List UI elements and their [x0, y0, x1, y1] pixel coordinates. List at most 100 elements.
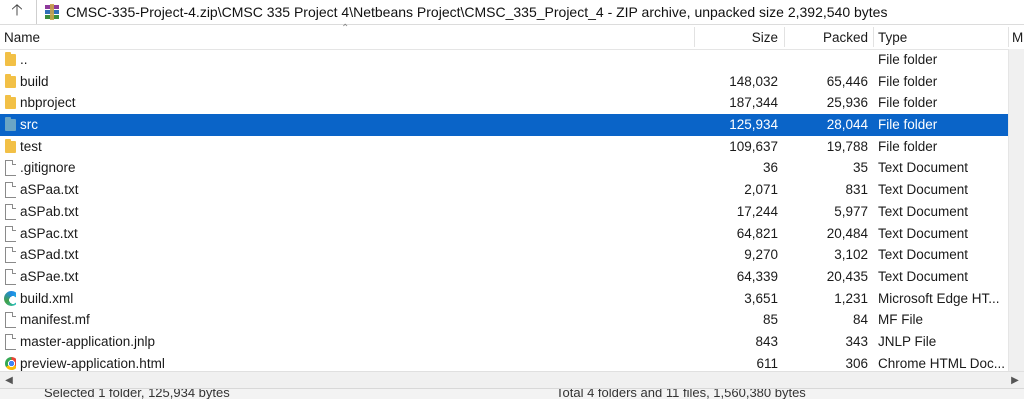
file-name: src	[20, 117, 38, 133]
document-icon	[2, 157, 16, 179]
file-type: Text Document	[878, 225, 969, 241]
column-packed[interactable]: Packed	[786, 25, 868, 49]
document-icon	[2, 201, 16, 223]
status-bar: Selected 1 folder, 125,934 bytes Total 4…	[0, 388, 1024, 399]
file-name: aSPad.txt	[20, 247, 79, 263]
file-packed-size: 831	[845, 182, 868, 198]
file-type: Microsoft Edge HT...	[878, 290, 1000, 306]
document-icon	[2, 179, 16, 201]
table-row[interactable]: aSPac.txt64,82120,484Text Document4/	[0, 223, 1023, 245]
file-name: aSPab.txt	[20, 203, 79, 219]
horizontal-scrollbar[interactable]: ◀ ▶	[0, 371, 1024, 389]
file-size: 843	[755, 333, 778, 349]
file-type: File folder	[878, 117, 938, 133]
file-size: 9,270	[744, 247, 778, 263]
table-row[interactable]: manifest.mf8584MF File4/	[0, 309, 1023, 331]
file-name: aSPac.txt	[20, 225, 78, 241]
column-type[interactable]: Type	[878, 25, 1006, 49]
file-size: 64,821	[736, 225, 778, 241]
arrow-up-icon: 🡡	[11, 1, 23, 19]
file-list: .. File folder build 148,032 65,446 File fold…	[0, 49, 1024, 374]
file-size: 64,339	[736, 268, 778, 284]
zip-archive-icon	[45, 4, 59, 20]
file-packed-size: 65,446	[826, 73, 868, 89]
table-row[interactable]: aSPad.txt9,2703,102Text Document4/	[0, 244, 1023, 266]
file-packed-size: 28,044	[826, 117, 868, 133]
column-divider[interactable]	[784, 27, 785, 47]
table-row[interactable]: build148,03265,446File folder12	[0, 71, 1024, 93]
scroll-left-icon[interactable]: ◀	[2, 373, 16, 388]
archive-path[interactable]: CMSC-335-Project-4.zip\CMSC 335 Project …	[66, 4, 887, 20]
document-icon	[2, 266, 16, 288]
document-icon	[2, 309, 16, 331]
file-size: 3,651	[744, 290, 778, 306]
table-row[interactable]: build.xml3,6511,231Microsoft Edge HT...4…	[0, 288, 1023, 310]
status-total: Total 4 folders and 11 files, 1,560,380 …	[556, 388, 806, 399]
file-type: File folder	[878, 73, 938, 89]
column-divider[interactable]	[1008, 27, 1009, 47]
file-type: Text Document	[878, 247, 969, 263]
file-name: build	[20, 73, 49, 89]
file-size	[700, 49, 778, 71]
column-header: Name ⌃ Size Packed Type M	[0, 23, 1024, 50]
folder-icon	[2, 114, 16, 136]
status-selection: Selected 1 folder, 125,934 bytes	[44, 388, 230, 399]
file-type: File folder	[878, 52, 938, 67]
document-icon	[2, 331, 16, 353]
file-type: File folder	[878, 95, 938, 111]
column-divider[interactable]	[694, 27, 695, 47]
file-packed-size: 343	[845, 333, 868, 349]
table-row[interactable]: aSPae.txt64,33920,435Text Document4/	[0, 266, 1023, 288]
file-packed-size: 84	[852, 312, 868, 328]
scroll-right-icon[interactable]: ▶	[1008, 373, 1022, 388]
column-modified[interactable]: M	[1012, 25, 1024, 49]
document-icon	[2, 244, 16, 266]
table-row[interactable]: test109,63719,788File folder12	[0, 136, 1024, 158]
file-packed-size: 20,484	[826, 225, 868, 241]
edge-icon	[2, 288, 16, 310]
folder-icon	[2, 136, 16, 158]
file-size: 36	[762, 160, 778, 176]
file-packed-size: 20,435	[826, 268, 868, 284]
vertical-scrollbar[interactable]	[1008, 49, 1024, 371]
file-name: aSPae.txt	[20, 268, 79, 284]
path-bar: 🡡 CMSC-335-Project-4.zip\CMSC 335 Projec…	[0, 0, 1024, 25]
folder-icon	[2, 92, 16, 114]
file-size: 148,032	[729, 73, 778, 89]
column-divider[interactable]	[873, 27, 874, 47]
file-packed-size: 35	[852, 160, 868, 176]
table-row[interactable]: .. File folder	[0, 49, 1008, 71]
file-packed-size: 5,977	[834, 203, 868, 219]
file-name: nbproject	[20, 95, 76, 111]
file-name: build.xml	[20, 290, 74, 306]
file-name: ..	[20, 52, 28, 67]
file-type: MF File	[878, 312, 923, 328]
file-type: Text Document	[878, 268, 969, 284]
file-size: 109,637	[729, 138, 778, 154]
up-folder-button[interactable]: 🡡	[6, 2, 28, 22]
file-name: test	[20, 138, 42, 154]
table-row[interactable]: nbproject187,34425,936File folder12	[0, 92, 1024, 114]
file-packed-size: 1,231	[834, 290, 868, 306]
file-size: 187,344	[729, 95, 778, 111]
folder-up-icon	[2, 49, 16, 71]
file-packed-size: 3,102	[834, 247, 868, 263]
table-row[interactable]: aSPab.txt17,2445,977Text Document4/	[0, 201, 1023, 223]
divider	[36, 0, 37, 24]
table-row[interactable]: .gitignore3635Text Document4/	[0, 157, 1023, 179]
table-row[interactable]: src125,93428,044File folder12	[0, 114, 1024, 136]
file-size: 2,071	[744, 182, 778, 198]
file-size: 85	[762, 312, 778, 328]
file-type: Text Document	[878, 182, 969, 198]
column-size[interactable]: Size	[700, 25, 778, 49]
file-type: File folder	[878, 138, 938, 154]
file-name: manifest.mf	[20, 312, 90, 328]
folder-icon	[2, 71, 16, 93]
table-row[interactable]: master-application.jnlp843343JNLP File4/	[0, 331, 1023, 353]
file-size: 125,934	[729, 117, 778, 133]
file-size: 17,244	[736, 203, 778, 219]
file-name: .gitignore	[20, 160, 76, 176]
file-type: Text Document	[878, 203, 969, 219]
file-type: JNLP File	[878, 333, 937, 349]
table-row[interactable]: aSPaa.txt2,071831Text Document4/	[0, 179, 1023, 201]
